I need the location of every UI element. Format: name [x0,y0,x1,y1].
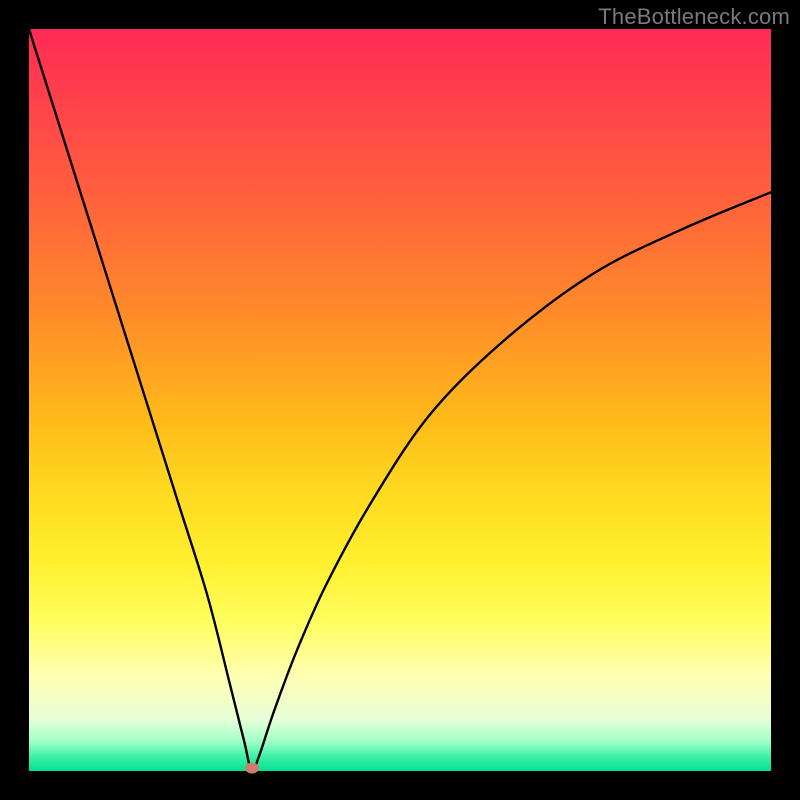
optimal-marker [245,763,259,774]
bottleneck-curve [29,29,771,771]
chart-frame: TheBottleneck.com [0,0,800,800]
plot-area [29,29,771,771]
watermark-text: TheBottleneck.com [598,4,790,30]
